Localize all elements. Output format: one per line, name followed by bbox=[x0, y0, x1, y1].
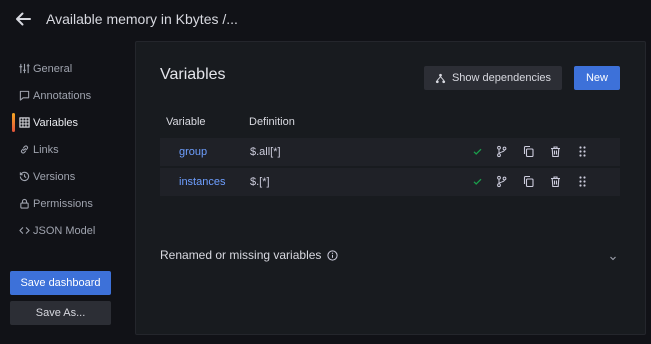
sidebar-item-label: Permissions bbox=[33, 197, 93, 210]
drag-handle-icon[interactable] bbox=[576, 175, 589, 188]
info-circle-icon bbox=[327, 249, 338, 261]
sidebar-item-permissions[interactable]: Permissions bbox=[0, 190, 130, 217]
trash-icon[interactable] bbox=[549, 175, 562, 188]
column-header-definition: Definition bbox=[249, 116, 295, 128]
check-icon bbox=[471, 175, 484, 188]
lock-icon bbox=[20, 198, 29, 209]
sidebar-item-label: JSON Model bbox=[33, 224, 96, 237]
trash-icon[interactable] bbox=[549, 145, 562, 158]
sliders-icon bbox=[19, 63, 30, 74]
column-header-variable: Variable bbox=[166, 116, 206, 128]
renamed-variables-label: Renamed or missing variables bbox=[160, 248, 322, 262]
sidebar-item-json-model[interactable]: JSON Model bbox=[0, 217, 130, 244]
page-title: Available memory in Kbytes /... bbox=[46, 11, 238, 27]
variable-name-link[interactable]: instances bbox=[179, 176, 225, 188]
code-branch-icon[interactable] bbox=[495, 175, 508, 188]
comment-icon bbox=[19, 90, 30, 101]
renamed-variables-toggle[interactable]: Renamed or missing variables bbox=[160, 248, 338, 262]
save-as-button[interactable]: Save As... bbox=[10, 301, 111, 325]
sidebar-item-annotations[interactable]: Annotations bbox=[0, 82, 130, 109]
link-icon bbox=[20, 145, 29, 154]
table-row: instances $.[*] bbox=[160, 168, 620, 196]
code-icon bbox=[19, 227, 30, 234]
settings-sidebar: General Annotations Variables Links Vers… bbox=[0, 55, 130, 244]
variables-panel: Variables Show dependencies New Variable… bbox=[135, 41, 646, 335]
new-variable-button[interactable]: New bbox=[574, 66, 620, 90]
show-dependencies-label: Show dependencies bbox=[451, 72, 552, 84]
top-bar: Available memory in Kbytes /... bbox=[0, 0, 651, 38]
sidebar-item-label: Annotations bbox=[33, 89, 92, 102]
drag-handle-icon[interactable] bbox=[576, 145, 589, 158]
variable-definition: $.[*] bbox=[250, 176, 270, 188]
table-icon bbox=[19, 117, 30, 128]
copy-icon[interactable] bbox=[522, 145, 535, 158]
back-button[interactable] bbox=[14, 10, 32, 28]
check-icon bbox=[471, 145, 484, 158]
sidebar-item-versions[interactable]: Versions bbox=[0, 163, 130, 190]
history-icon bbox=[19, 171, 30, 182]
section-title: Variables bbox=[160, 66, 226, 83]
chevron-down-icon[interactable] bbox=[608, 253, 618, 263]
sidebar-item-label: Versions bbox=[33, 170, 76, 183]
sidebar-item-links[interactable]: Links bbox=[0, 136, 130, 163]
sidebar-item-label: Links bbox=[33, 143, 59, 156]
save-dashboard-button[interactable]: Save dashboard bbox=[10, 271, 111, 295]
variable-definition: $.all[*] bbox=[250, 146, 281, 158]
code-branch-icon[interactable] bbox=[495, 145, 508, 158]
dependency-graph-icon bbox=[435, 73, 446, 83]
show-dependencies-button[interactable]: Show dependencies bbox=[424, 66, 562, 90]
sidebar-item-variables[interactable]: Variables bbox=[0, 109, 130, 136]
arrow-left-icon bbox=[16, 12, 31, 26]
table-row: group $.all[*] bbox=[160, 138, 620, 166]
copy-icon[interactable] bbox=[522, 175, 535, 188]
sidebar-item-general[interactable]: General bbox=[0, 55, 130, 82]
variable-name-link[interactable]: group bbox=[179, 146, 207, 158]
sidebar-item-label: Variables bbox=[33, 116, 79, 129]
sidebar-item-label: General bbox=[33, 62, 73, 75]
